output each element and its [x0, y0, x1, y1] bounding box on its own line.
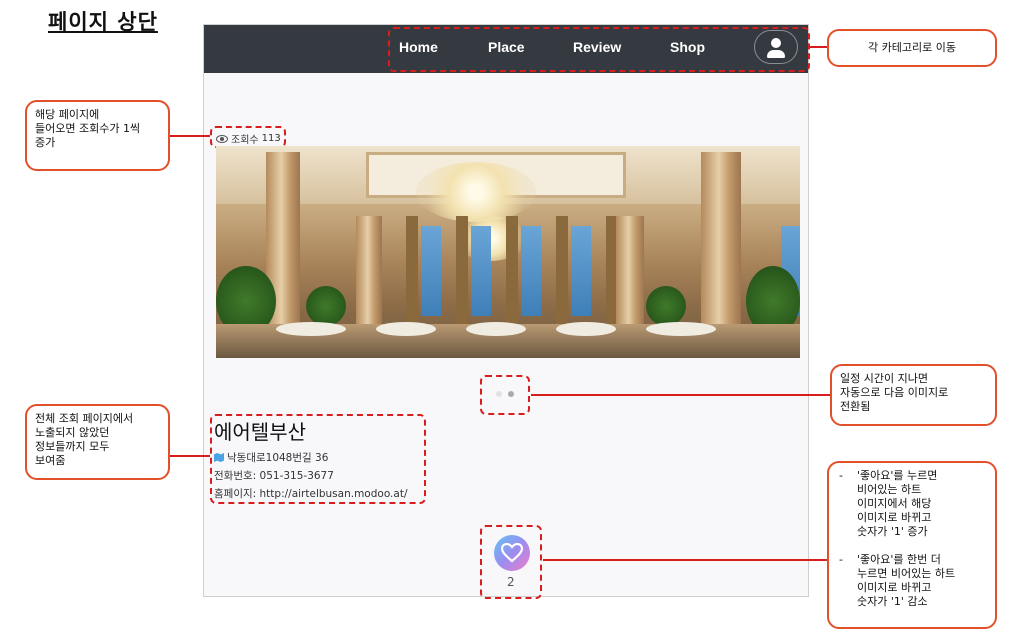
- callout-nav: 각 카테고리로 이동: [827, 29, 997, 67]
- page-title: 페이지 상단: [48, 10, 158, 34]
- callout-info-text: 전체 조회 페이지에서 노출되지 않았던 정보들까지 모두 보여줌: [35, 412, 134, 467]
- callout-like-item: - '좋아요'를 한번 더 누르면 비어있는 하트 이미지로 바뀌고 숫자가 '…: [839, 553, 956, 608]
- app-frame: Home Place Review Shop 조회수 113 에어텔부산 낙동대…: [203, 24, 810, 599]
- views-highlight: [210, 126, 286, 148]
- callout-like-item: - '좋아요'를 누르면 비어있는 하트 이미지에서 해당 이미지로 바뀌고 숫…: [839, 469, 938, 538]
- connector-like: [543, 559, 827, 561]
- callout-carousel-text: 일정 시간이 지나면 자동으로 다음 이미지로 전환됨: [840, 372, 949, 413]
- connector-views: [170, 135, 210, 137]
- callout-like: - '좋아요'를 누르면 비어있는 하트 이미지에서 해당 이미지로 바뀌고 숫…: [827, 461, 997, 629]
- callout-info: 전체 조회 페이지에서 노출되지 않았던 정보들까지 모두 보여줌: [25, 404, 170, 480]
- like-highlight: [480, 525, 542, 599]
- nav-highlight: [388, 27, 810, 72]
- callout-views-text: 해당 페이지에 들어오면 조회수가 1씩 증가: [35, 108, 141, 149]
- callout-carousel: 일정 시간이 지나면 자동으로 다음 이미지로 전환됨: [830, 364, 997, 426]
- connector-carousel: [531, 394, 830, 396]
- carousel-highlight: [480, 375, 530, 415]
- connector-info: [170, 455, 210, 457]
- callout-like-text: '좋아요'를 누르면 비어있는 하트 이미지에서 해당 이미지로 바뀌고 숫자가…: [857, 469, 938, 538]
- callout-views: 해당 페이지에 들어오면 조회수가 1씩 증가: [25, 100, 170, 171]
- callout-like-text: '좋아요'를 한번 더 누르면 비어있는 하트 이미지로 바뀌고 숫자가 '1'…: [857, 553, 956, 608]
- venue-photo: [216, 146, 800, 358]
- connector-nav: [810, 46, 827, 48]
- callout-nav-text: 각 카테고리로 이동: [868, 41, 956, 54]
- info-highlight: [210, 414, 426, 504]
